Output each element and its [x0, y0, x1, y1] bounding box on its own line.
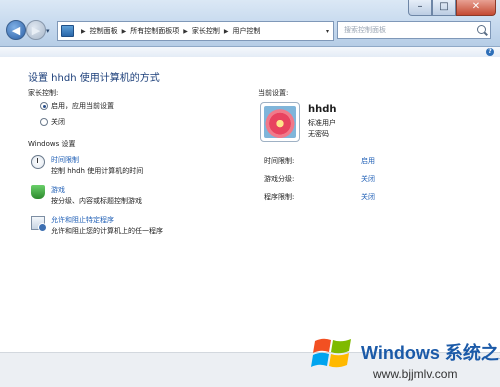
windows-settings-label: Windows 设置	[28, 140, 76, 148]
game-rating-setting-value[interactable]: 关闭	[361, 174, 375, 184]
avatar	[260, 102, 300, 142]
program-limits-setting-label: 程序限制:	[264, 193, 295, 201]
windows-logo-icon	[311, 338, 351, 368]
forward-arrow-icon: ▶	[31, 23, 41, 37]
breadcrumb-user-controls[interactable]: 用户控制	[233, 26, 261, 36]
minimize-button[interactable]: –	[408, 0, 432, 16]
watermark-title: Windows 系统之家	[361, 343, 500, 363]
radio-off-label[interactable]: 关闭	[51, 117, 65, 127]
recent-pages-dropdown[interactable]: ▾	[46, 27, 50, 35]
breadcrumb-parental-controls[interactable]: 家长控制	[192, 26, 220, 36]
radio-enable-label[interactable]: 启用，应用当前设置	[51, 101, 114, 111]
chevron-right-icon[interactable]: ▶	[81, 28, 86, 35]
window-controls: – □ ✕	[408, 0, 496, 16]
time-limits-setting-label: 时间限制:	[264, 157, 295, 165]
address-bar[interactable]: ▶ 控制面板 ▶ 所有控制面板项 ▶ 家长控制 ▶ 用户控制 ▾	[57, 21, 334, 41]
forward-button[interactable]: ▶	[26, 20, 46, 40]
games-desc: 按分级、内容或标题控制游戏	[51, 197, 142, 205]
time-limits-desc: 控制 hhdh 使用计算机的时间	[51, 167, 144, 175]
time-limits-link[interactable]: 时间限制	[51, 155, 79, 165]
main-content: 设置 hhdh 使用计算机的方式 家长控制: 启用，应用当前设置 关闭 Wind…	[0, 57, 500, 357]
title-bar: – □ ✕ ◀ ▶ ▾ ▶ 控制面板 ▶ 所有控制面板项 ▶ 家长控制 ▶ 用户…	[0, 0, 500, 47]
page-title: 设置 hhdh 使用计算机的方式	[28, 73, 160, 84]
radio-off[interactable]	[40, 118, 48, 126]
user-name: hhdh	[308, 104, 337, 115]
back-arrow-icon: ◀	[11, 23, 21, 37]
watermark: Windows 系统之家 www.bjjmlv.com	[305, 323, 500, 386]
user-type: 标准用户	[308, 119, 336, 127]
trophy-icon	[31, 185, 45, 199]
toolbar: ?	[0, 47, 500, 57]
game-rating-setting-label: 游戏分级:	[264, 175, 295, 183]
control-panel-icon	[61, 25, 74, 37]
back-button[interactable]: ◀	[6, 20, 26, 40]
program-icon	[31, 216, 47, 232]
watermark-url: www.bjjmlv.com	[373, 367, 458, 381]
search-input[interactable]: 搜索控制面板	[337, 21, 491, 39]
allow-block-programs-desc: 允许和阻止您的计算机上的任一程序	[51, 227, 163, 235]
games-link[interactable]: 游戏	[51, 185, 65, 195]
search-icon[interactable]	[477, 25, 486, 34]
maximize-button[interactable]: □	[432, 0, 456, 16]
allow-block-programs-link[interactable]: 允许和阻止特定程序	[51, 215, 114, 225]
search-placeholder: 搜索控制面板	[344, 26, 386, 34]
chevron-right-icon[interactable]: ▶	[122, 28, 127, 35]
current-settings-label: 当前设置:	[258, 89, 289, 97]
clock-icon	[31, 155, 45, 169]
breadcrumb-control-panel[interactable]: 控制面板	[90, 26, 118, 36]
program-limits-setting-value[interactable]: 关闭	[361, 192, 375, 202]
address-dropdown-icon[interactable]: ▾	[326, 28, 329, 35]
parental-control-label: 家长控制:	[28, 89, 59, 97]
help-icon[interactable]: ?	[486, 48, 494, 56]
user-picture	[264, 106, 296, 138]
radio-enable[interactable]	[40, 102, 48, 110]
breadcrumb-all-items[interactable]: 所有控制面板项	[130, 26, 179, 36]
close-button[interactable]: ✕	[456, 0, 496, 16]
time-limits-setting-value[interactable]: 启用	[361, 156, 375, 166]
chevron-right-icon[interactable]: ▶	[224, 28, 229, 35]
password-status: 无密码	[308, 130, 329, 138]
chevron-right-icon[interactable]: ▶	[183, 28, 188, 35]
